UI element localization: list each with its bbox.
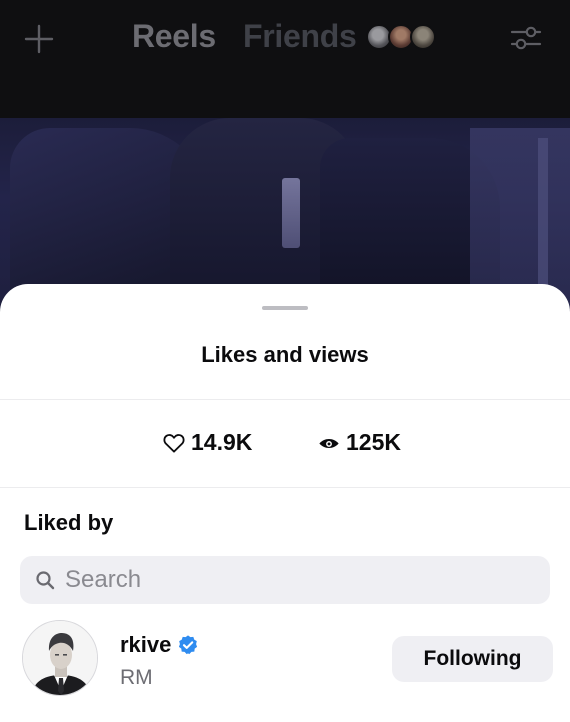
avatar[interactable]	[22, 620, 98, 696]
app-screen: Reels Friends Likes and views 14.9K 125K…	[0, 0, 570, 722]
friends-avatar-stack[interactable]	[366, 24, 446, 52]
divider	[0, 399, 570, 400]
verified-badge-icon	[177, 634, 199, 656]
profile-photo	[23, 621, 97, 695]
heart-icon	[163, 433, 185, 453]
video-detail	[282, 178, 300, 248]
views-count: 125K	[346, 429, 401, 455]
plus-icon	[24, 24, 54, 54]
likes-views-sheet: Likes and views 14.9K 125K Liked by Sear…	[0, 284, 570, 722]
divider	[0, 487, 570, 488]
liker-row[interactable]: rkive RM Following	[0, 618, 570, 708]
eye-icon	[319, 438, 339, 448]
search-bar[interactable]	[20, 556, 550, 604]
filter-sliders-icon	[510, 26, 542, 50]
views-stat: 125K	[318, 429, 401, 456]
video-background-light	[470, 128, 570, 308]
sheet-title: Likes and views	[201, 342, 369, 367]
liked-by-heading: Liked by	[24, 510, 114, 535]
following-button[interactable]: Following	[392, 636, 553, 682]
top-bar: Reels Friends	[0, 0, 570, 118]
tab-reels[interactable]: Reels	[132, 18, 216, 55]
username[interactable]: rkive	[120, 632, 171, 658]
search-input[interactable]	[65, 566, 505, 594]
full-name: RM	[120, 666, 153, 689]
likes-count: 14.9K	[191, 429, 253, 455]
filter-button[interactable]	[508, 20, 544, 56]
sheet-grabber[interactable]	[262, 306, 308, 310]
likes-stat: 14.9K	[163, 429, 252, 456]
friend-avatar	[410, 24, 436, 50]
tab-friends[interactable]: Friends	[243, 18, 357, 55]
search-icon	[35, 570, 55, 590]
username-wrap[interactable]: rkive	[120, 632, 199, 658]
video-detail	[538, 138, 548, 298]
create-button[interactable]	[22, 22, 56, 56]
